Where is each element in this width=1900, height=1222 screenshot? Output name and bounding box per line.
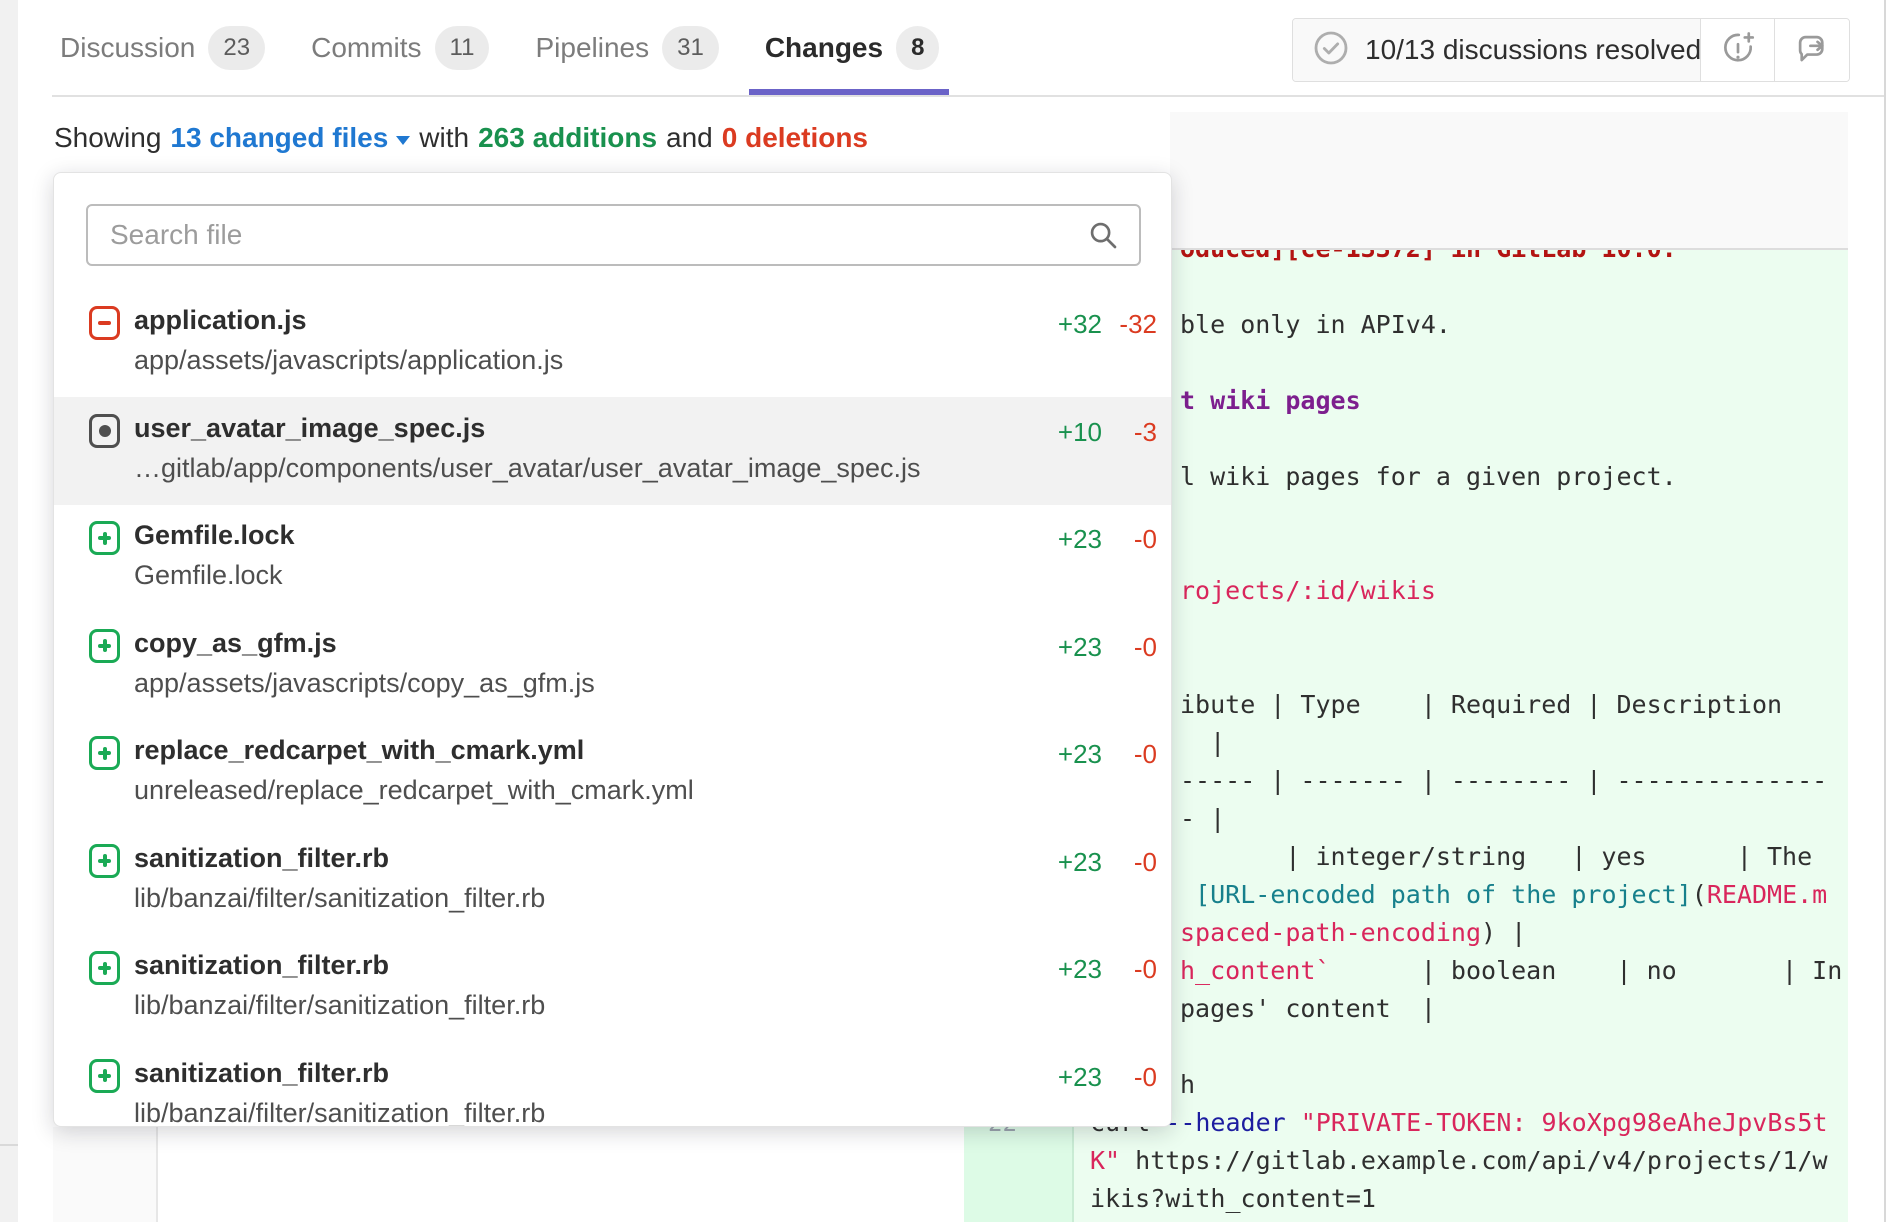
file-list-item[interactable]: application.js app/assets/javascripts/ap…	[54, 289, 1171, 397]
additions-count: 263 additions	[478, 122, 657, 154]
file-search-dropdown: application.js app/assets/javascripts/ap…	[53, 172, 1172, 1127]
summary-middle: with	[419, 122, 469, 154]
file-path: Gemfile.lock	[134, 560, 283, 591]
tab-count-badge: 31	[662, 26, 719, 70]
file-list-item[interactable]: sanitization_filter.rb lib/banzai/filter…	[54, 934, 1171, 1042]
file-added-icon	[89, 521, 120, 555]
file-added-icon	[89, 1059, 120, 1093]
file-name: application.js	[134, 305, 307, 336]
changes-summary: Showing 13 changed files with 263 additi…	[54, 112, 868, 164]
file-additions: +23	[1058, 632, 1102, 663]
file-name: replace_redcarpet_with_cmark.yml	[134, 735, 584, 766]
diff-layout-column	[53, 1127, 158, 1222]
page-left-gutter	[0, 0, 18, 1222]
file-name: copy_as_gfm.js	[134, 628, 337, 659]
file-deletions: -0	[1109, 954, 1157, 985]
file-name: sanitization_filter.rb	[134, 843, 389, 874]
file-added-icon	[89, 951, 120, 985]
file-list-item[interactable]: user_avatar_image_spec.js …gitlab/app/co…	[54, 397, 1171, 505]
page-edge-divider	[1884, 0, 1886, 1222]
file-path: unreleased/replace_redcarpet_with_cmark.…	[134, 775, 694, 806]
file-added-icon	[89, 736, 120, 770]
discussions-resolved-status: 10/13 discussions resolved	[1293, 19, 1701, 81]
tab-discussion[interactable]: Discussion 23	[60, 0, 265, 95]
discussions-toolbar: 10/13 discussions resolved	[1292, 18, 1850, 82]
file-name: Gemfile.lock	[134, 520, 295, 551]
file-deletions: -0	[1109, 847, 1157, 878]
file-modified-icon	[89, 414, 120, 448]
discussions-resolved-label: 10/13 discussions resolved	[1365, 34, 1701, 66]
jump-to-discussion-icon	[1793, 30, 1831, 71]
file-deletions: -0	[1109, 524, 1157, 555]
file-path: app/assets/javascripts/application.js	[134, 345, 563, 376]
file-additions: +32	[1058, 309, 1102, 340]
resolve-with-issue-button[interactable]	[1701, 19, 1775, 81]
tab-pipelines[interactable]: Pipelines 31	[535, 0, 718, 95]
file-list-item[interactable]: replace_redcarpet_with_cmark.yml unrelea…	[54, 719, 1171, 827]
file-additions: +23	[1058, 739, 1102, 770]
file-search	[86, 204, 1141, 266]
file-path: lib/banzai/filter/sanitization_filter.rb	[134, 1098, 545, 1128]
file-list-item[interactable]: copy_as_gfm.js app/assets/javascripts/co…	[54, 612, 1171, 720]
file-path: app/assets/javascripts/copy_as_gfm.js	[134, 668, 595, 699]
file-added-icon	[89, 844, 120, 878]
file-additions: +10	[1058, 417, 1102, 448]
deletions-count: 0 deletions	[722, 122, 868, 154]
file-name: sanitization_filter.rb	[134, 1058, 389, 1089]
file-deleted-icon	[89, 306, 120, 340]
file-deletions: -3	[1109, 417, 1157, 448]
resolve-with-issue-icon	[1719, 30, 1757, 71]
changed-files-dropdown-toggle[interactable]: 13 changed files	[170, 122, 410, 154]
file-additions: +23	[1058, 847, 1102, 878]
tab-commits[interactable]: Commits 11	[311, 0, 489, 95]
file-deletions: -0	[1109, 739, 1157, 770]
file-added-icon	[89, 629, 120, 663]
diff-file-header	[1170, 112, 1848, 250]
jump-to-next-discussion-button[interactable]	[1775, 19, 1849, 81]
file-list-item[interactable]: sanitization_filter.rb lib/banzai/filter…	[54, 1042, 1171, 1128]
file-additions: +23	[1058, 954, 1102, 985]
file-name: user_avatar_image_spec.js	[134, 413, 485, 444]
file-deletions: -0	[1109, 1062, 1157, 1093]
file-path: lib/banzai/filter/sanitization_filter.rb	[134, 883, 545, 914]
file-deletions: -0	[1109, 632, 1157, 663]
check-circle-icon	[1311, 28, 1351, 73]
tab-count-badge: 23	[208, 26, 265, 70]
file-list-item[interactable]: Gemfile.lock Gemfile.lock +23 -0	[54, 504, 1171, 612]
file-deletions: -32	[1109, 309, 1157, 340]
file-additions: +23	[1058, 524, 1102, 555]
chevron-down-icon	[396, 136, 410, 145]
tab-count-badge: 11	[435, 26, 490, 70]
file-path: …gitlab/app/components/user_avatar/user_…	[134, 453, 920, 484]
page-left-gutter-divider	[0, 1144, 18, 1146]
summary-prefix: Showing	[54, 122, 161, 154]
tab-count-badge: 8	[896, 26, 939, 70]
file-name: sanitization_filter.rb	[134, 950, 389, 981]
summary-conjunction: and	[666, 122, 713, 154]
file-list-item[interactable]: sanitization_filter.rb lib/banzai/filter…	[54, 827, 1171, 935]
file-additions: +23	[1058, 1062, 1102, 1093]
search-icon	[1087, 219, 1119, 256]
search-input[interactable]	[86, 204, 1141, 266]
tab-changes[interactable]: Changes 8	[765, 0, 940, 95]
file-path: lib/banzai/filter/sanitization_filter.rb	[134, 990, 545, 1021]
